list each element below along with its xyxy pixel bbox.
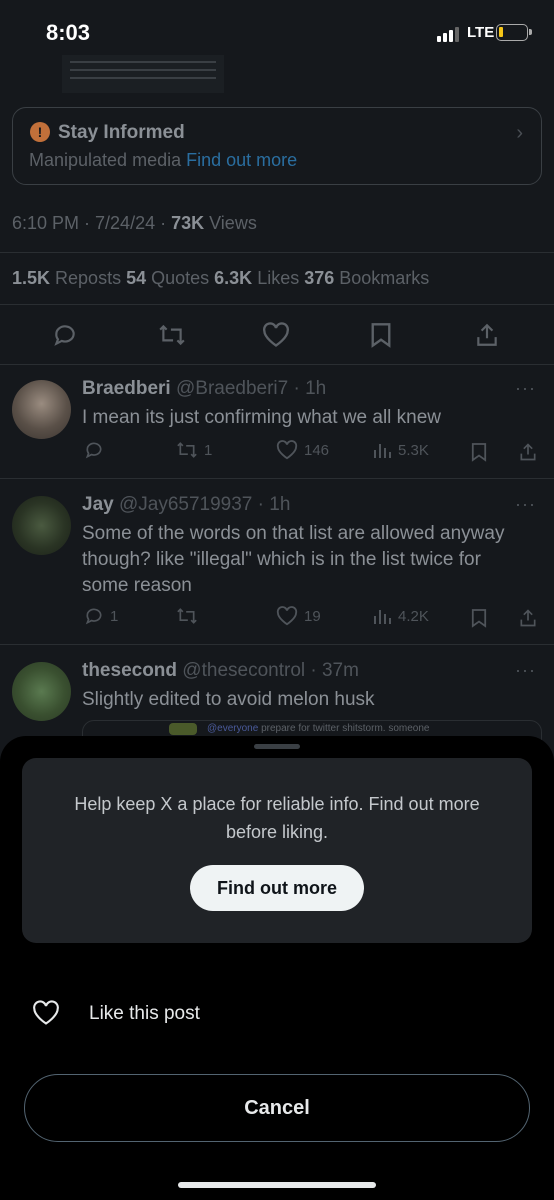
author-name[interactable]: Braedberi <box>82 378 171 399</box>
repost-icon <box>177 608 197 624</box>
repost-button[interactable]: 1 <box>176 440 212 460</box>
author-name[interactable]: Jay <box>82 494 114 515</box>
reply-text: Some of the words on that list are allow… <box>82 523 505 596</box>
heart-icon[interactable] <box>262 322 290 348</box>
note-title: Stay Informed <box>58 122 185 143</box>
note-subtitle: Manipulated media Find out more <box>29 150 298 170</box>
clock: 8:03 <box>46 20 91 45</box>
battery-icon <box>496 24 532 41</box>
reply-button[interactable]: 1 <box>84 606 118 626</box>
repost-icon[interactable] <box>158 322 186 348</box>
reply-author: thesecond @thesecontrol · 37m <box>82 660 359 681</box>
repost-button[interactable] <box>176 606 204 626</box>
reply-author: Jay @Jay65719937 · 1h <box>82 494 291 515</box>
emoji-icon <box>169 723 197 735</box>
network-label: LTE <box>467 24 495 41</box>
avatar[interactable] <box>12 380 71 439</box>
share-icon[interactable] <box>475 322 499 348</box>
reply-author: Braedberi @Braedberi7 · 1h <box>82 378 327 399</box>
divider <box>0 364 554 365</box>
more-icon[interactable]: ··· <box>515 494 536 515</box>
reply-text: I mean its just confirming what we all k… <box>82 407 442 428</box>
share-icon[interactable] <box>518 608 538 628</box>
share-icon[interactable] <box>518 442 538 462</box>
divider <box>0 304 554 305</box>
warning-icon: ! <box>30 122 50 142</box>
find-out-more-button[interactable]: Find out more <box>190 865 364 911</box>
views-button[interactable]: 5.3K <box>372 440 429 460</box>
reply-icon <box>85 442 102 459</box>
analytics-icon <box>374 610 391 624</box>
divider <box>0 252 554 253</box>
more-icon[interactable]: ··· <box>515 660 536 681</box>
reply-icon[interactable] <box>52 322 78 348</box>
reply-icon <box>85 608 102 625</box>
likes-count[interactable]: 6.3K <box>214 268 252 288</box>
like-button[interactable]: 19 <box>276 606 321 626</box>
post-meta: 6:10 PM · 7/24/24 · 73K Views <box>12 213 257 233</box>
chevron-right-icon: › <box>516 122 523 144</box>
post-stats: 1.5K Reposts 54 Quotes 6.3K Likes 376 Bo… <box>12 268 430 288</box>
bookmarks-count[interactable]: 376 <box>304 268 334 288</box>
post-image[interactable] <box>62 55 224 93</box>
views-button[interactable]: 4.2K <box>372 606 429 626</box>
more-icon[interactable]: ··· <box>515 378 536 399</box>
divider <box>0 644 554 645</box>
info-message: Help keep X a place for reliable info. F… <box>74 794 480 842</box>
bookmark-icon[interactable] <box>471 608 487 628</box>
quoted-text: @everyone prepare for twitter shitstorm.… <box>207 723 430 734</box>
views-count: 73K <box>171 213 205 233</box>
signal-icon <box>437 26 459 42</box>
reply-actions: 1 146 5.3K <box>0 440 554 466</box>
reposts-count[interactable]: 1.5K <box>12 268 50 288</box>
repost-icon <box>177 442 197 458</box>
heart-icon <box>276 606 298 626</box>
avatar[interactable] <box>12 496 71 555</box>
stay-informed-note[interactable]: ! Stay Informed › Manipulated media Find… <box>12 107 542 185</box>
like-bottom-sheet: Help keep X a place for reliable info. F… <box>0 736 554 1200</box>
find-out-more-link[interactable]: Find out more <box>186 150 297 170</box>
heart-icon <box>276 440 298 460</box>
analytics-icon <box>374 444 391 458</box>
like-this-post-option[interactable]: Like this post <box>0 988 554 1038</box>
heart-icon <box>33 1000 59 1025</box>
bookmark-icon[interactable] <box>370 322 392 348</box>
sheet-grabber[interactable] <box>254 744 300 749</box>
post-actions <box>0 318 554 354</box>
like-label: Like this post <box>89 1003 200 1024</box>
author-name[interactable]: thesecond <box>82 660 177 681</box>
avatar[interactable] <box>12 662 71 721</box>
cancel-button[interactable]: Cancel <box>24 1074 530 1142</box>
reply-text: Slightly edited to avoid melon husk <box>82 689 375 710</box>
reply-button[interactable] <box>84 440 110 460</box>
home-indicator[interactable] <box>178 1182 376 1188</box>
bookmark-icon[interactable] <box>471 442 487 462</box>
like-button[interactable]: 146 <box>276 440 329 460</box>
quotes-count[interactable]: 54 <box>126 268 146 288</box>
divider <box>0 478 554 479</box>
reply-actions: 1 19 4.2K <box>0 606 554 632</box>
info-card: Help keep X a place for reliable info. F… <box>22 758 532 943</box>
